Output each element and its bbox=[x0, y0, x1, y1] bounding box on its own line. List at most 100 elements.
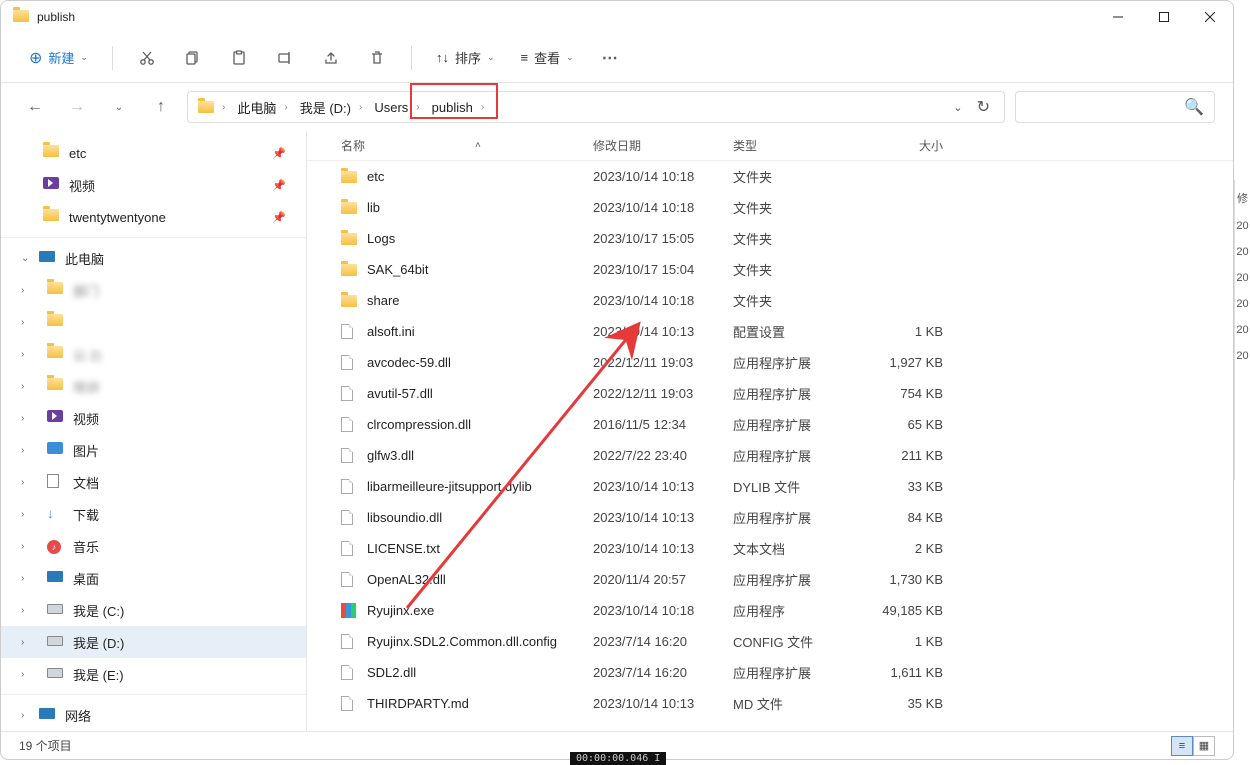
sidebar-item[interactable]: ›部门 bbox=[1, 274, 306, 306]
thumbnails-view-button[interactable]: ▦ bbox=[1193, 736, 1215, 756]
sort-button[interactable]: ↑↓ 排序 ⌄ bbox=[428, 44, 503, 71]
breadcrumb-item[interactable]: publish› bbox=[426, 92, 491, 122]
main-area: etc📌视频📌twentytwentyone📌⌄此电脑›部门› ›公 2)›培训… bbox=[1, 131, 1233, 731]
minimize-button[interactable] bbox=[1095, 1, 1141, 33]
sidebar-item[interactable]: ›视频 bbox=[1, 402, 306, 434]
file-row[interactable]: Ryujinx.exe2023/10/14 10:18应用程序49,185 KB bbox=[307, 595, 1233, 626]
search-input[interactable]: 🔍 bbox=[1015, 91, 1215, 123]
file-type: MD 文件 bbox=[733, 694, 853, 713]
delete-button[interactable] bbox=[359, 40, 395, 76]
chevron-right-icon: › bbox=[21, 445, 24, 456]
copy-button[interactable] bbox=[175, 40, 211, 76]
sidebar-thispc[interactable]: ⌄此电脑 bbox=[1, 242, 306, 274]
file-name: alsoft.ini bbox=[367, 324, 593, 339]
forward-button[interactable]: → bbox=[61, 91, 93, 123]
maximize-button[interactable] bbox=[1141, 1, 1187, 33]
col-name[interactable]: 名称˄ bbox=[341, 137, 593, 154]
separator bbox=[411, 46, 412, 70]
refresh-button[interactable]: ↻ bbox=[977, 97, 990, 117]
file-row[interactable]: SAK_64bit2023/10/17 15:04文件夹 bbox=[307, 254, 1233, 285]
file-row[interactable]: THIRDPARTY.md2023/10/14 10:13MD 文件35 KB bbox=[307, 688, 1233, 719]
more-button[interactable]: ⋯ bbox=[592, 40, 628, 76]
file-row[interactable]: share2023/10/14 10:18文件夹 bbox=[307, 285, 1233, 316]
sidebar-item-label: 图片 bbox=[73, 441, 99, 460]
up-button[interactable]: ↑ bbox=[145, 91, 177, 123]
view-button[interactable]: ≡ 查看 ⌄ bbox=[513, 44, 582, 71]
sidebar-item[interactable]: ›我是 (C:) bbox=[1, 594, 306, 626]
back-button[interactable]: ← bbox=[19, 91, 51, 123]
chevron-right-icon: › bbox=[21, 477, 24, 488]
file-size: 65 KB bbox=[853, 417, 943, 432]
chevron-down-icon[interactable]: ⌄ bbox=[953, 101, 962, 114]
file-row[interactable]: avcodec-59.dll2022/12/11 19:03应用程序扩展1,92… bbox=[307, 347, 1233, 378]
sidebar-item[interactable]: › bbox=[1, 306, 306, 338]
col-size[interactable]: 大小 bbox=[853, 137, 943, 154]
file-row[interactable]: lib2023/10/14 10:18文件夹 bbox=[307, 192, 1233, 223]
cut-button[interactable] bbox=[129, 40, 165, 76]
sidebar-quick-item[interactable]: twentytwentyone📌 bbox=[1, 201, 306, 233]
file-row[interactable]: SDL2.dll2023/7/14 16:20应用程序扩展1,611 KB bbox=[307, 657, 1233, 688]
sidebar-quick-item[interactable]: 视频📌 bbox=[1, 169, 306, 201]
file-row[interactable]: avutil-57.dll2022/12/11 19:03应用程序扩展754 K… bbox=[307, 378, 1233, 409]
file-icon bbox=[341, 696, 359, 711]
folder-icon bbox=[341, 233, 359, 245]
separator bbox=[1, 237, 306, 238]
disk-icon bbox=[47, 602, 63, 618]
column-headers: 名称˄ 修改日期 类型 大小 bbox=[307, 131, 1233, 161]
col-date[interactable]: 修改日期 bbox=[593, 137, 733, 154]
file-row[interactable]: libarmeilleure-jitsupport.dylib2023/10/1… bbox=[307, 471, 1233, 502]
file-row[interactable]: LICENSE.txt2023/10/14 10:13文本文档2 KB bbox=[307, 533, 1233, 564]
breadcrumb-root[interactable]: › bbox=[192, 92, 231, 122]
address-bar[interactable]: › 此电脑› 我是 (D:)› Users› publish› ⌄ ↻ bbox=[187, 91, 1005, 123]
file-size: 754 KB bbox=[853, 386, 943, 401]
recent-dropdown[interactable]: ⌄ bbox=[103, 91, 135, 123]
sidebar-item[interactable]: ›我是 (E:) bbox=[1, 658, 306, 690]
sidebar-item[interactable]: ›文档 bbox=[1, 466, 306, 498]
chevron-right-icon: › bbox=[21, 541, 24, 552]
sidebar-item[interactable]: ›↓下载 bbox=[1, 498, 306, 530]
file-row[interactable]: glfw3.dll2022/7/22 23:40应用程序扩展211 KB bbox=[307, 440, 1233, 471]
sidebar: etc📌视频📌twentytwentyone📌⌄此电脑›部门› ›公 2)›培训… bbox=[1, 131, 307, 731]
file-date: 2023/10/14 10:13 bbox=[593, 696, 733, 711]
sidebar-network[interactable]: ›网络 bbox=[1, 699, 306, 731]
file-size: 33 KB bbox=[853, 479, 943, 494]
file-row[interactable]: Ryujinx.SDL2.Common.dll.config2023/7/14 … bbox=[307, 626, 1233, 657]
file-row[interactable]: alsoft.ini2023/10/14 10:13配置设置1 KB bbox=[307, 316, 1233, 347]
breadcrumb-item[interactable]: Users› bbox=[368, 92, 425, 122]
new-button[interactable]: ⊕ 新建 ⌄ bbox=[21, 44, 96, 72]
paste-button[interactable] bbox=[221, 40, 257, 76]
chevron-right-icon: › bbox=[222, 102, 225, 113]
folder-icon bbox=[341, 295, 359, 307]
pin-icon: 📌 bbox=[272, 147, 286, 160]
sidebar-item[interactable]: › 图片 bbox=[1, 434, 306, 466]
file-row[interactable]: Logs2023/10/17 15:05文件夹 bbox=[307, 223, 1233, 254]
sidebar-item-label: twentytwentyone bbox=[69, 210, 166, 225]
breadcrumb-item[interactable]: 我是 (D:)› bbox=[294, 92, 369, 122]
rename-button[interactable] bbox=[267, 40, 303, 76]
sidebar-item[interactable]: ›我是 (D:) bbox=[1, 626, 306, 658]
close-button[interactable] bbox=[1187, 1, 1233, 33]
file-size: 1 KB bbox=[853, 324, 943, 339]
folder-icon bbox=[341, 264, 359, 276]
sidebar-item[interactable]: ›♪音乐 bbox=[1, 530, 306, 562]
peek-text: 20 bbox=[1236, 324, 1248, 336]
file-row[interactable]: etc2023/10/14 10:18文件夹 bbox=[307, 161, 1233, 192]
file-type: 应用程序扩展 bbox=[733, 384, 853, 403]
file-row[interactable]: libsoundio.dll2023/10/14 10:13应用程序扩展84 K… bbox=[307, 502, 1233, 533]
sidebar-quick-item[interactable]: etc📌 bbox=[1, 137, 306, 169]
file-size: 49,185 KB bbox=[853, 603, 943, 618]
chevron-right-icon: › bbox=[416, 102, 419, 113]
sidebar-item[interactable]: ›培训 bbox=[1, 370, 306, 402]
breadcrumb-item[interactable]: 此电脑› bbox=[231, 92, 293, 122]
item-count: 19 个项目 bbox=[19, 737, 72, 754]
window-title: publish bbox=[37, 10, 1095, 24]
details-view-button[interactable]: ≡ bbox=[1171, 736, 1193, 756]
col-type[interactable]: 类型 bbox=[733, 137, 853, 154]
sort-icon: ↑↓ bbox=[436, 50, 449, 65]
file-row[interactable]: OpenAL32.dll2020/11/4 20:57应用程序扩展1,730 K… bbox=[307, 564, 1233, 595]
chevron-right-icon: › bbox=[21, 349, 24, 360]
share-button[interactable] bbox=[313, 40, 349, 76]
file-row[interactable]: clrcompression.dll2016/11/5 12:34应用程序扩展6… bbox=[307, 409, 1233, 440]
sidebar-item[interactable]: ›公 2) bbox=[1, 338, 306, 370]
sidebar-item[interactable]: ›桌面 bbox=[1, 562, 306, 594]
